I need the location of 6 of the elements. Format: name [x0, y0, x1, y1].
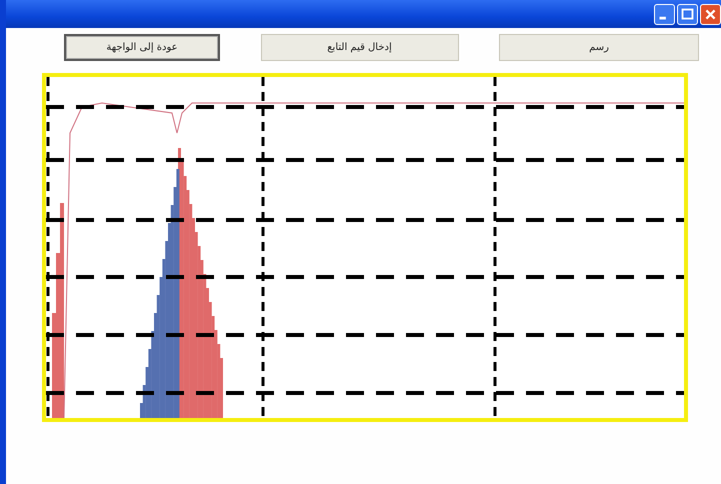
action-button[interactable]: عودة إلى الواجهة — [64, 34, 220, 61]
maximize-icon[interactable] — [677, 4, 698, 24]
action-button[interactable]: إدخال قيم التابع — [260, 34, 458, 61]
close-icon[interactable] — [700, 4, 721, 24]
minimize-icon[interactable] — [654, 4, 675, 24]
action-button[interactable]: رسم — [499, 34, 699, 61]
